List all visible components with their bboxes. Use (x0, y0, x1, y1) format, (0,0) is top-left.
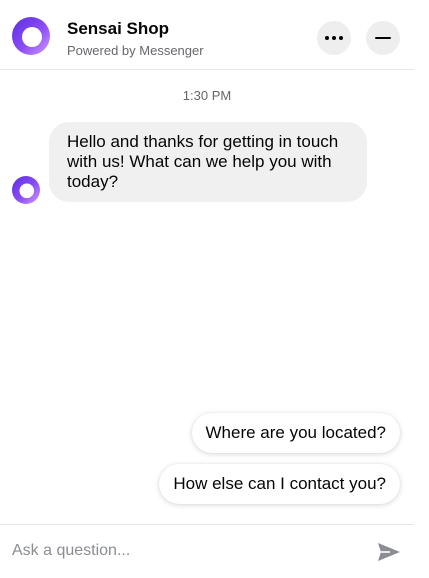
chat-header: Sensai Shop Powered by Messenger (0, 0, 414, 70)
send-icon[interactable] (376, 539, 402, 565)
more-options-button[interactable] (317, 21, 351, 55)
quick-reply-location[interactable]: Where are you located? (191, 413, 400, 453)
minimize-button[interactable] (366, 21, 400, 55)
quick-reply-contact[interactable]: How else can I contact you? (159, 464, 400, 504)
message-composer (0, 524, 414, 578)
minimize-icon (375, 37, 391, 39)
sensai-ring-icon (12, 17, 50, 55)
messenger-chat-window: Sensai Shop Powered by Messenger 1:30 PM… (0, 0, 414, 577)
powered-by-label: Powered by Messenger (67, 43, 204, 58)
question-input[interactable] (12, 537, 362, 565)
bot-message-bubble: Hello and thanks for getting in touch wi… (49, 122, 367, 202)
message-timestamp: 1:30 PM (182, 88, 232, 103)
more-dots-icon (325, 36, 343, 40)
shop-title: Sensai Shop (67, 19, 170, 38)
bot-avatar-icon (12, 176, 40, 204)
window-gutter (414, 0, 429, 577)
